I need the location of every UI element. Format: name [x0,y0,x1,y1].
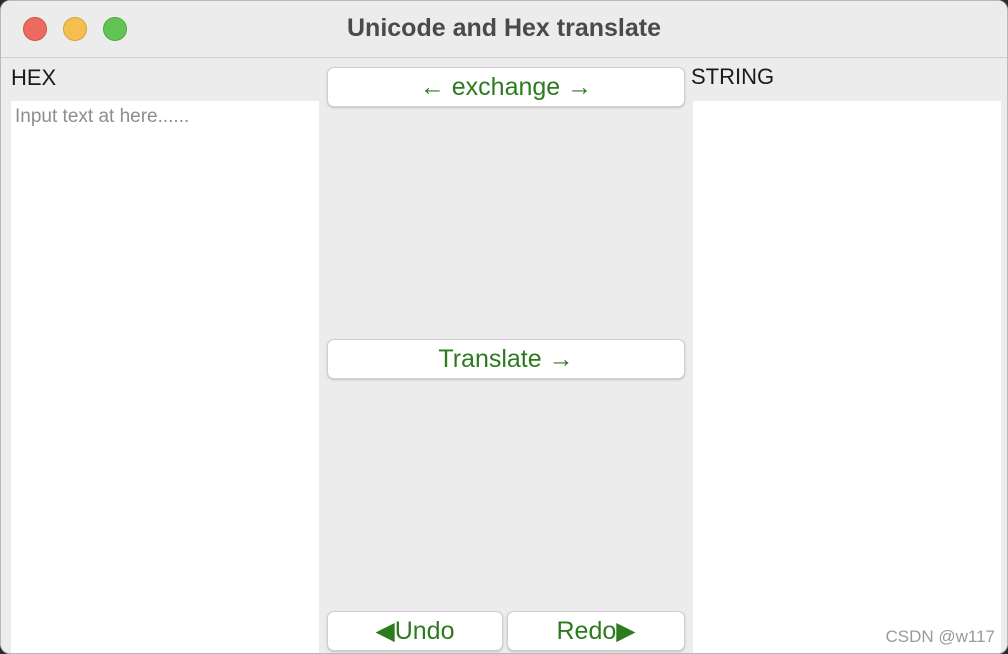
redo-button[interactable]: Redo▶ [507,611,685,651]
app-window: Unicode and Hex translate HEX Input text… [0,0,1008,654]
undo-button[interactable]: ◀Undo [327,611,503,651]
exchange-button[interactable]: ← exchange → [327,67,685,107]
watermark: CSDN @w117 [885,627,995,646]
translate-button[interactable]: Translate → [327,339,685,379]
window-title: Unicode and Hex translate [347,14,661,42]
string-label: STRING [691,64,775,89]
main-content: HEX Input text at here...... ← exchange … [1,58,1007,653]
string-output[interactable] [693,101,1001,653]
hex-input[interactable]: Input text at here...... [11,101,319,653]
title-bar: Unicode and Hex translate [1,1,1007,58]
hex-input-placeholder: Input text at here...... [15,106,190,127]
hex-label: HEX [11,65,57,90]
